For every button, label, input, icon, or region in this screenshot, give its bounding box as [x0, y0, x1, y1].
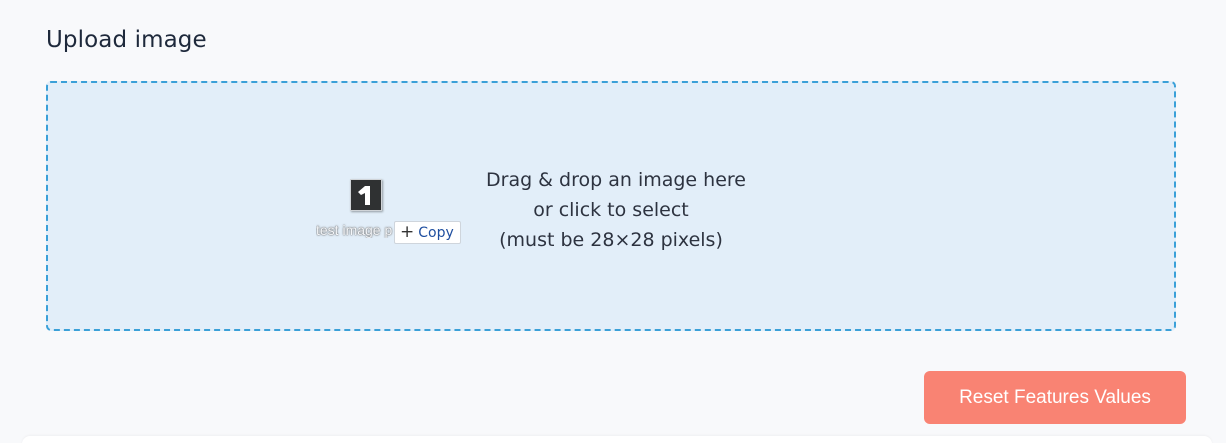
drag-copy-badge: + Copy	[394, 221, 461, 244]
dropzone-instructions: Drag & drop an image here or click to se…	[486, 165, 746, 255]
plus-icon: +	[400, 222, 415, 242]
next-section-card	[22, 436, 1212, 443]
upload-section-title: Upload image	[46, 27, 207, 53]
copy-label: Copy	[418, 224, 454, 241]
image-dropzone[interactable]: Drag & drop an image here or click to se…	[46, 81, 1176, 331]
dropzone-line-2: or click to select	[533, 199, 689, 221]
dropzone-line-3: (must be 28×28 pixels)	[499, 229, 723, 251]
dropzone-line-1: Drag & drop an image here	[486, 169, 746, 191]
reset-features-button[interactable]: Reset Features Values	[924, 371, 1186, 424]
drag-file-name: test image p	[316, 222, 393, 238]
drag-image-thumbnail-icon	[350, 179, 382, 211]
page: Upload image Drag & drop an image here o…	[0, 0, 1226, 443]
